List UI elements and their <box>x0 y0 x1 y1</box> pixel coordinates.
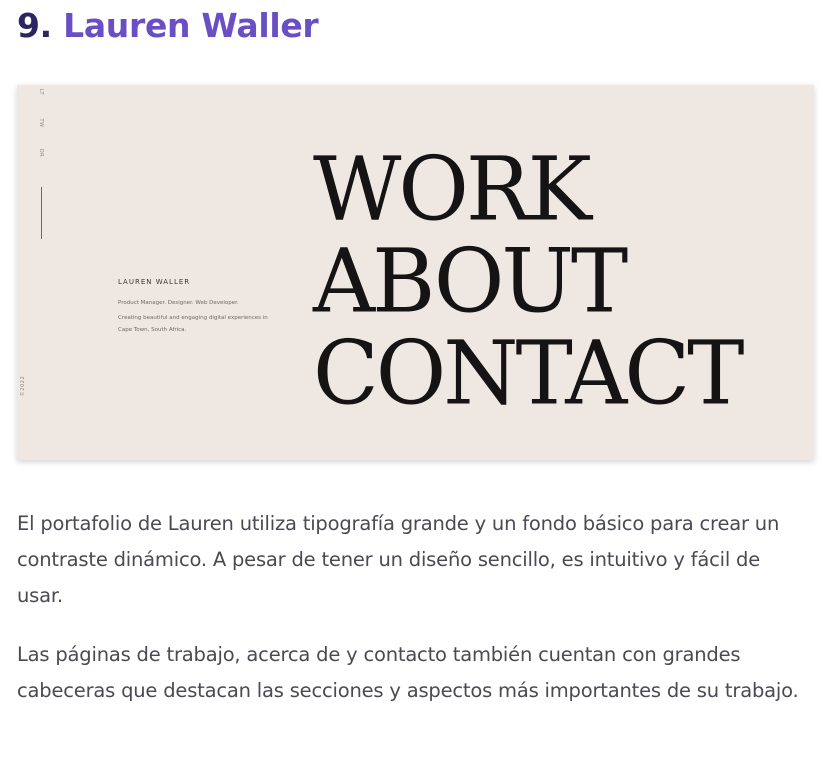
nav-work: WORK <box>313 138 592 241</box>
description-paragraph-1: El portafolio de Lauren utiliza tipograf… <box>17 512 780 607</box>
social-link-lt: LT <box>38 88 44 96</box>
bio-block: LAUREN WALLER Product Manager. Designer.… <box>118 278 283 339</box>
vertical-social-nav: LT TW DR <box>35 85 47 460</box>
big-nav: WORK ABOUT CONTACT <box>313 138 813 425</box>
description-paragraph-2: Las páginas de trabajo, acerca de y cont… <box>17 643 799 702</box>
vertical-divider <box>41 187 42 239</box>
section-heading: 9. Lauren Waller <box>17 4 319 48</box>
bio-tagline: Creating beautiful and engaging digital … <box>118 315 268 333</box>
portfolio-screenshot: LT TW DR ©2022 LAUREN WALLER Product Man… <box>17 85 814 460</box>
nav-about: ABOUT <box>313 230 628 333</box>
social-link-tw: TW <box>38 118 44 128</box>
bio-name: LAUREN WALLER <box>118 278 191 286</box>
heading-name-link[interactable]: Lauren Waller <box>63 6 319 45</box>
nav-contact: CONTACT <box>313 322 744 425</box>
copyright-year: ©2022 <box>20 375 26 397</box>
heading-number: 9. <box>17 6 52 45</box>
social-link-dr: DR <box>38 148 44 158</box>
bio-roles: Product Manager. Designer. Web Developer… <box>118 300 239 306</box>
